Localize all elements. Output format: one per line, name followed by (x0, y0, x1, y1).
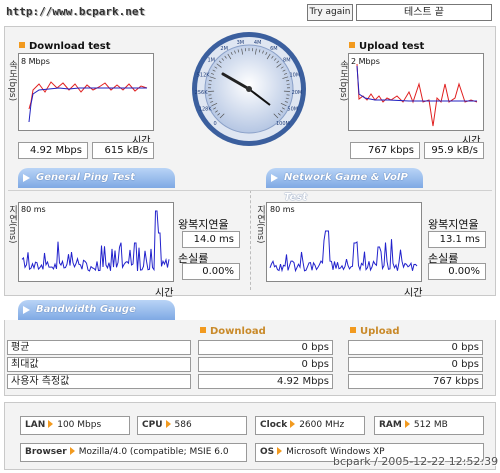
gauge-tick-label: 256K (195, 90, 209, 96)
game-series-line (269, 230, 418, 273)
browser-arrow-icon (69, 447, 75, 455)
gauge-tick-label: 4M (254, 40, 262, 46)
gauge-tick-label: 2M (220, 46, 228, 52)
ping-x-axis-label: 시간 (155, 288, 174, 299)
upload-marker-icon (349, 42, 355, 48)
url-label: http://www.bcpark.net (6, 5, 146, 18)
upload-kbs-field: 95.9 kB/s (424, 142, 484, 159)
gauge-tick-label: 0 (213, 121, 216, 127)
game-rtt-label: 왕복지연율 (428, 218, 479, 231)
tab-arrow-icon (23, 174, 30, 182)
bandwidth-row-label: 최대값 (7, 357, 191, 372)
ping-series-line (21, 210, 170, 272)
panel-divider-horizontal (8, 190, 492, 191)
bandwidth-upload-header: Upload (350, 326, 399, 337)
tab-arrow-icon (23, 306, 30, 314)
gauge-tick-label: 1M (207, 57, 215, 63)
try-again-button[interactable]: Try again (307, 4, 353, 21)
ping-rtt-label: 왕복지연율 (178, 218, 229, 231)
download-kbs-field: 615 kB/s (92, 142, 154, 159)
bandwidth-download-cell: 4.92 Mbps (198, 374, 333, 389)
bandwidth-row-label: 평균 (7, 340, 191, 355)
download-max-label: 8 Mbps (21, 57, 50, 66)
ping-graph (18, 202, 174, 282)
gauge-tick-label: 20M (292, 90, 303, 96)
gauge-tick-label: 8M (283, 57, 291, 63)
download-title: Download test (19, 41, 111, 52)
tab-bandwidth-gauge[interactable]: Bandwidth Gauge (18, 300, 175, 320)
bandwidth-upload-cell: 0 bps (348, 357, 483, 372)
game-rtt-field: 13.1 ms (428, 231, 486, 248)
ping-max-label: 80 ms (21, 205, 46, 214)
gauge-tick-label: 10M (289, 73, 300, 79)
lan-info: LAN 100 Mbps (20, 416, 130, 435)
upload-header-marker-icon (350, 327, 356, 333)
ping-rtt-field: 14.0 ms (182, 231, 240, 248)
os-arrow-icon (277, 447, 283, 455)
panel-divider (250, 190, 251, 290)
ping-graph-svg (21, 210, 170, 272)
game-graph-svg (269, 230, 418, 273)
bandwidth-download-header: Download (200, 326, 266, 337)
game-x-axis-label: 시간 (404, 288, 423, 299)
bandwidth-row-label: 사용자 측정값 (7, 374, 191, 389)
download-series-line (28, 81, 148, 110)
download-mean-line (28, 87, 147, 123)
ram-info: RAM 512 MB (374, 416, 484, 435)
lan-arrow-icon (48, 420, 54, 428)
ram-arrow-icon (404, 420, 410, 428)
footer-stamp: bcpark / 2005-12-22 12:52:39 (333, 455, 499, 468)
tab-arrow-icon (271, 174, 278, 182)
upload-title: Upload test (349, 41, 424, 52)
cpu-arrow-icon (165, 420, 171, 428)
download-mbps-field: 4.92 Mbps (18, 142, 88, 159)
gauge-tick-label: 6M (270, 46, 278, 52)
upload-kbps-field: 767 kbps (350, 142, 420, 159)
clock-arrow-icon (290, 420, 296, 428)
gauge-tick-label: 128K (199, 107, 213, 113)
game-max-label: 80 ms (270, 205, 295, 214)
cpu-info: CPU 586 (137, 416, 247, 435)
upload-series-line (356, 63, 478, 127)
tab-network-game-voip-test[interactable]: Network Game & VoIP Test (266, 168, 423, 203)
download-header-marker-icon (200, 327, 206, 333)
bandwidth-download-cell: 0 bps (198, 340, 333, 355)
bandwidth-upload-cell: 767 kbps (348, 374, 483, 389)
bandwidth-upload-cell: 0 bps (348, 340, 483, 355)
browser-info: Browser Mozilla/4.0 (compatible; MSIE 6.0 (20, 443, 247, 462)
gauge-tick-label: 512K (197, 73, 211, 79)
clock-info: Clock 2600 MHz (255, 416, 365, 435)
bandwidth-download-cell: 0 bps (198, 357, 333, 372)
status-display: 테스트 끝 (356, 4, 492, 21)
ping-loss-field: 0.00% (182, 263, 240, 280)
download-marker-icon (19, 42, 25, 48)
game-loss-field: 0.00% (428, 263, 486, 280)
gauge-tick-label: 50M (287, 107, 298, 113)
upload-max-label: 2 Mbps (351, 57, 380, 66)
game-graph (266, 202, 422, 282)
gauge-tick-label: 100M (276, 121, 290, 127)
gauge-tick-label: 3M (237, 40, 245, 46)
speed-gauge: 0 128K 256K 512K 1M 2M 3M 4M 6M 8M 10M 20M 50M 100M (192, 32, 306, 146)
tab-general-ping-test[interactable]: General Ping Test (18, 168, 175, 188)
